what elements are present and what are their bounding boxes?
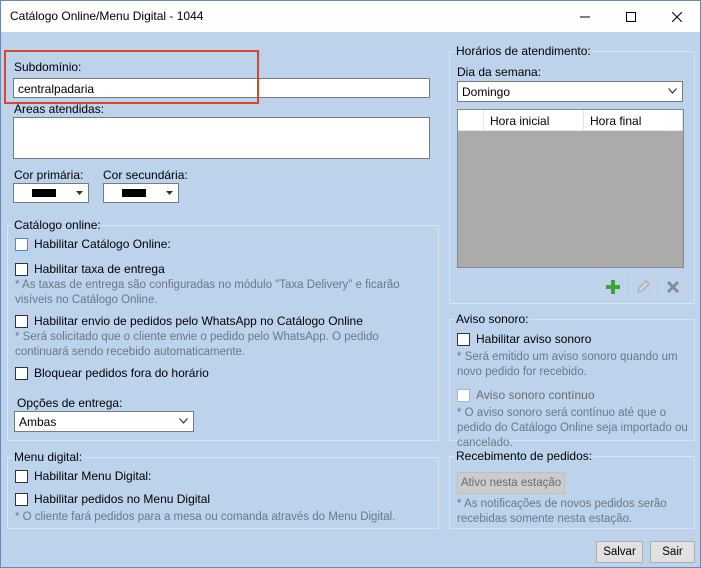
areas-textarea[interactable] [13,117,430,159]
delete-hour-button[interactable] [661,275,685,299]
exit-button[interactable]: Sair [650,541,695,563]
menu-group-label: Menu digital: [13,450,84,464]
minimize-icon [580,16,590,17]
secondary-color-swatch [122,189,146,197]
delivery-options-select[interactable]: Ambas [14,411,194,432]
areas-label: Áreas atendidas: [14,102,105,116]
title-bar: Catálogo Online/Menu Digital - 1044 [1,1,700,32]
delete-icon [667,281,679,293]
enable-delivery-fee-checkbox[interactable]: Habilitar taxa de entrega [15,262,165,276]
enable-catalog-checkbox[interactable]: Habilitar Catálogo Online: [15,237,171,251]
continuous-sound-checkbox[interactable]: Aviso sonoro contínuo [457,388,595,402]
sound-group-label: Aviso sonoro: [455,312,530,326]
primary-color-swatch [32,189,56,197]
block-outside-hours-checkbox[interactable]: Bloquear pedidos fora do horário [15,366,209,380]
delivery-options-label: Opções de entrega: [17,396,123,410]
sound-note: * Será emitido um aviso sonoro quando um… [457,351,678,378]
primary-color-label: Cor primária: [14,168,84,182]
weekday-label: Dia da semana: [457,65,542,79]
maximize-button[interactable] [608,1,654,32]
menu-note: * O cliente fará pedidos para a mesa ou … [15,511,396,523]
weekday-select[interactable]: Domingo [457,81,683,102]
receiving-note: * As notificações de novos pedidos serão… [457,498,667,525]
maximize-icon [626,11,636,22]
add-hour-button[interactable] [601,275,625,299]
chevron-down-icon [179,418,188,424]
col-header-start[interactable]: Hora inicial [484,110,584,131]
col-header-end[interactable]: Hora final [584,110,683,131]
subdomain-highlight-box [4,50,259,104]
secondary-color-label: Cor secundária: [103,168,188,182]
plus-icon [606,280,620,294]
active-station-button[interactable]: Ativo nesta estação [457,472,565,494]
hours-grid[interactable]: Hora inicial Hora final [457,109,684,268]
catalog-group-label: Catálogo online: [13,218,102,232]
hours-group-label: Horários de atendimento: [455,44,592,58]
delivery-fee-note: * As taxas de entrega são configuradas n… [15,279,400,306]
chevron-down-icon [166,191,173,195]
enable-menu-checkbox[interactable]: Habilitar Menu Digital: [15,469,151,483]
enable-whatsapp-checkbox[interactable]: Habilitar envio de pedidos pelo WhatsApp… [15,314,363,328]
chevron-down-icon [668,88,677,94]
continuous-sound-note: * O aviso sonoro será contínuo até que o… [457,407,688,449]
close-button[interactable] [654,1,700,32]
row-header-corner [458,110,484,131]
whatsapp-note: * Será solicitado que o cliente envie o … [15,331,379,358]
primary-color-picker[interactable] [13,183,89,203]
dialog-window: Catálogo Online/Menu Digital - 1044 Subd… [0,0,701,568]
chevron-down-icon [76,191,83,195]
receiving-group-label: Recebimento de pedidos: [455,449,594,463]
secondary-color-picker[interactable] [103,183,179,203]
pencil-icon [637,280,650,293]
enable-menu-orders-checkbox[interactable]: Habilitar pedidos no Menu Digital [15,492,210,506]
minimize-button[interactable] [562,1,608,32]
save-button[interactable]: Salvar [596,541,643,563]
edit-hour-button[interactable] [631,275,655,299]
window-title: Catálogo Online/Menu Digital - 1044 [10,9,204,23]
enable-sound-checkbox[interactable]: Habilitar aviso sonoro [457,332,591,346]
close-icon [672,11,682,22]
